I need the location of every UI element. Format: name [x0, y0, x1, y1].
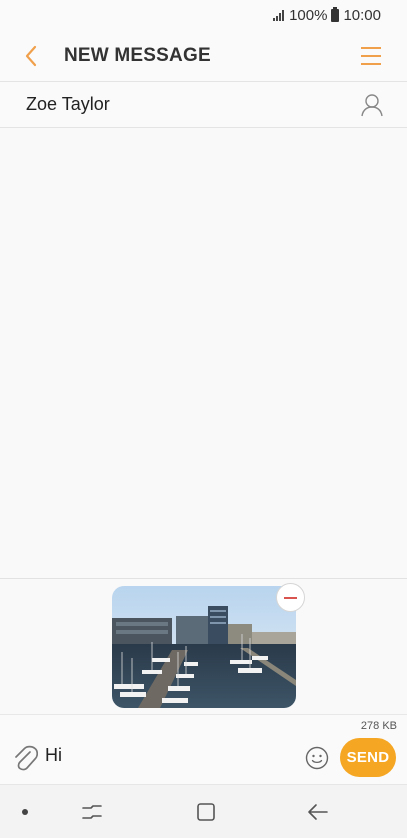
send-button[interactable]: SEND	[340, 738, 396, 777]
contacts-button[interactable]	[359, 92, 385, 118]
recent-apps-button[interactable]	[80, 800, 104, 824]
menu-button[interactable]	[359, 44, 383, 68]
attach-button[interactable]	[12, 743, 39, 773]
message-input[interactable]: Hi	[45, 745, 62, 766]
recipient-field[interactable]: Zoe Taylor	[0, 82, 407, 128]
back-arrow-icon	[308, 804, 328, 820]
harbor-image	[112, 586, 296, 708]
minus-icon	[284, 596, 297, 599]
back-nav-button[interactable]	[306, 800, 330, 824]
battery-icon	[331, 6, 340, 22]
emoji-button[interactable]	[305, 746, 329, 770]
signal-icon	[273, 9, 285, 21]
image-thumbnail[interactable]	[112, 586, 296, 708]
menu-icon-line	[361, 47, 381, 49]
menu-icon-line	[361, 55, 381, 57]
conversation-area	[0, 128, 407, 578]
recent-apps-icon	[82, 805, 102, 819]
smiley-icon	[305, 746, 329, 770]
menu-icon-line	[361, 63, 381, 65]
page-title: NEW MESSAGE	[64, 44, 211, 66]
recipient-name: Zoe Taylor	[26, 94, 110, 114]
remove-attachment-button[interactable]	[276, 583, 305, 612]
clock: 10:00	[343, 6, 381, 24]
app-bar: NEW MESSAGE	[0, 30, 407, 82]
status-bar: 100% 10:00	[0, 0, 407, 30]
chevron-left-icon	[25, 45, 37, 66]
person-icon	[361, 94, 383, 117]
attachment-area	[0, 578, 407, 714]
dot-icon[interactable]	[22, 809, 28, 815]
home-button[interactable]	[196, 802, 216, 822]
compose-bar: 278 KB Hi SEND	[0, 714, 407, 784]
paperclip-icon	[15, 745, 39, 771]
battery-percentage: 100%	[289, 6, 328, 24]
home-icon	[197, 803, 215, 821]
navigation-bar	[0, 784, 407, 838]
back-button[interactable]	[6, 30, 56, 82]
message-size: 278 KB	[360, 720, 397, 732]
